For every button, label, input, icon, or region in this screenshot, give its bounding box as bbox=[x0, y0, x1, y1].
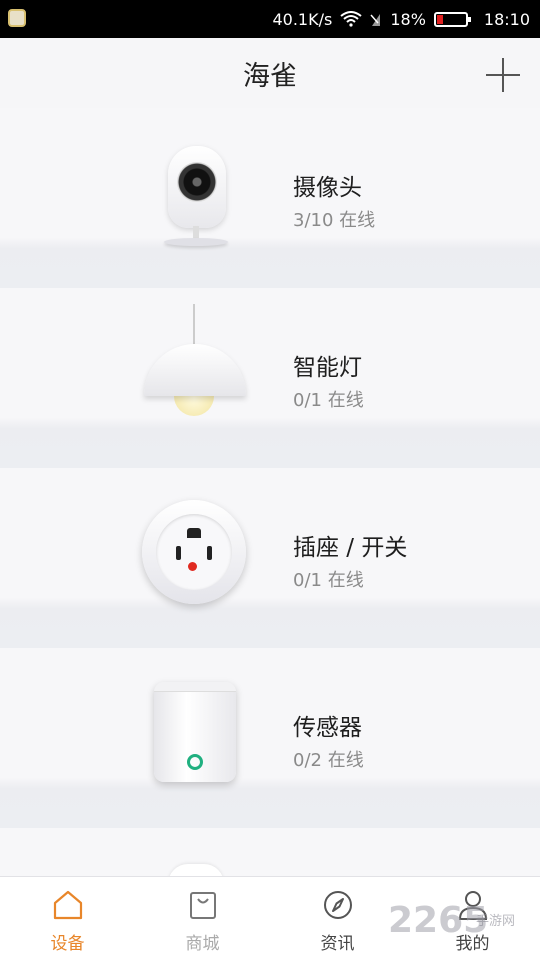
tab-devices[interactable]: 设备 bbox=[0, 877, 135, 960]
battery-icon bbox=[433, 11, 471, 27]
home-icon bbox=[53, 890, 82, 920]
tab-label: 资讯 bbox=[320, 934, 355, 954]
page-title: 海雀 bbox=[243, 61, 297, 92]
shopping-bag-icon bbox=[189, 892, 216, 919]
compass-icon bbox=[323, 891, 352, 919]
lamp-icon bbox=[140, 304, 250, 438]
device-name: 插座 / 开关 bbox=[293, 535, 408, 561]
tab-store[interactable]: 商城 bbox=[135, 877, 270, 960]
socket-icon bbox=[140, 498, 250, 618]
status-bar: 40.1K/s 18% 18:10 bbox=[0, 0, 540, 38]
battery-percent: 18% bbox=[390, 9, 426, 29]
camera-icon bbox=[140, 138, 250, 258]
device-online-status: 0/2 在线 bbox=[293, 750, 364, 771]
no-signal-icon bbox=[370, 14, 381, 26]
clock: 18:10 bbox=[483, 9, 530, 29]
app-notification-icon bbox=[8, 9, 26, 27]
network-speed: 40.1K/s bbox=[272, 9, 333, 29]
device-card-partial[interactable] bbox=[0, 828, 540, 884]
tab-news[interactable]: 资讯 bbox=[270, 877, 405, 960]
device-card-lamp[interactable]: 智能灯 0/1 在线 bbox=[0, 288, 540, 468]
tab-label: 设备 bbox=[50, 934, 85, 954]
watermark-subtitle: 手游网 bbox=[476, 914, 516, 929]
device-online-status: 0/1 在线 bbox=[293, 390, 364, 411]
device-card-socket[interactable]: 插座 / 开关 0/1 在线 bbox=[0, 468, 540, 648]
device-online-status: 0/1 在线 bbox=[293, 570, 364, 591]
device-online-status: 3/10 在线 bbox=[293, 210, 376, 231]
tab-label: 商城 bbox=[185, 934, 220, 954]
app-header: 海雀 bbox=[0, 38, 540, 108]
sensor-icon bbox=[140, 678, 250, 798]
device-name: 摄像头 bbox=[293, 175, 362, 201]
device-list: 摄像头 3/10 在线 智能灯 0/1 在线 插座 / 开关 0/1 在线 传感… bbox=[0, 108, 540, 884]
device-name: 传感器 bbox=[293, 715, 362, 741]
device-card-sensor[interactable]: 传感器 0/2 在线 bbox=[0, 648, 540, 828]
device-name: 智能灯 bbox=[293, 355, 362, 381]
device-card-camera[interactable]: 摄像头 3/10 在线 bbox=[0, 108, 540, 288]
wifi-icon bbox=[340, 11, 362, 27]
add-device-button[interactable] bbox=[486, 58, 520, 92]
watermark-logo: 2265 bbox=[388, 900, 489, 941]
